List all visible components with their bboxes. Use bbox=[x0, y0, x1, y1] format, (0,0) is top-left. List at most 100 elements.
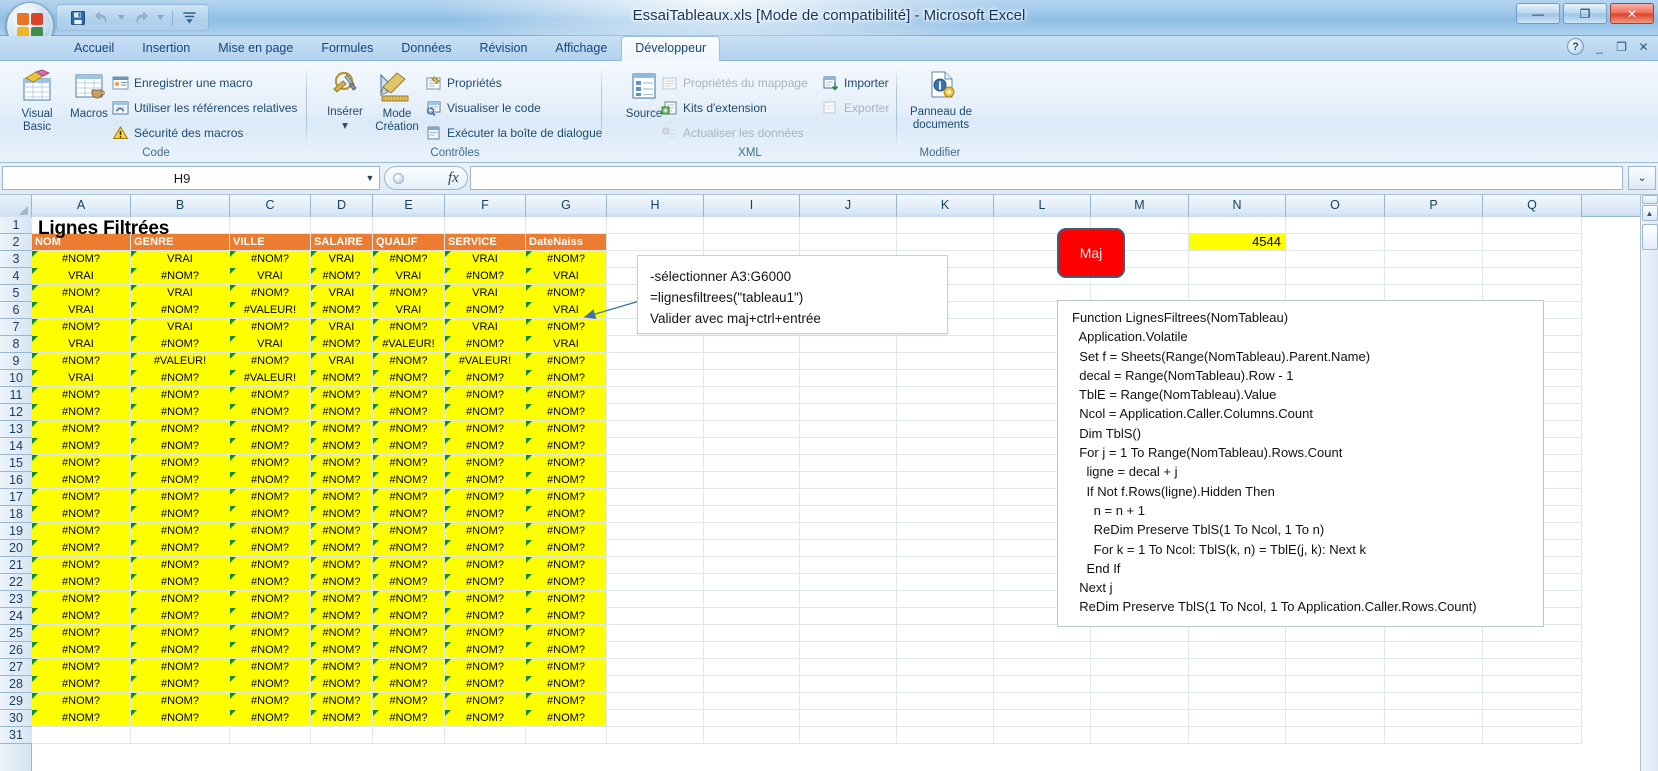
cell-G23[interactable]: #NOM? bbox=[526, 591, 607, 608]
cell-A30[interactable]: #NOM? bbox=[32, 710, 131, 727]
expansion-packs-button[interactable]: Kits d'extension bbox=[661, 98, 767, 118]
cell-I25[interactable] bbox=[704, 625, 800, 642]
cell-P26[interactable] bbox=[1385, 642, 1483, 659]
cell-J16[interactable] bbox=[800, 472, 897, 489]
cell-H12[interactable] bbox=[607, 404, 704, 421]
cell-B28[interactable]: #NOM? bbox=[131, 676, 230, 693]
cell-O2[interactable] bbox=[1286, 234, 1385, 251]
cell-N29[interactable] bbox=[1189, 693, 1286, 710]
cell-G22[interactable]: #NOM? bbox=[526, 574, 607, 591]
cell-Q30[interactable] bbox=[1483, 710, 1582, 727]
column-header-b[interactable]: B bbox=[131, 195, 230, 217]
cell-K10[interactable] bbox=[897, 370, 994, 387]
tab-developpeur[interactable]: Développeur bbox=[621, 36, 721, 61]
row-header-20[interactable]: 20 bbox=[0, 540, 32, 557]
tab-insertion[interactable]: Insertion bbox=[128, 37, 204, 61]
cell-K26[interactable] bbox=[897, 642, 994, 659]
cell-J24[interactable] bbox=[800, 608, 897, 625]
cell-K8[interactable] bbox=[897, 336, 994, 353]
cell-P30[interactable] bbox=[1385, 710, 1483, 727]
cell-K9[interactable] bbox=[897, 353, 994, 370]
tab-revision[interactable]: Révision bbox=[465, 37, 541, 61]
row-header-24[interactable]: 24 bbox=[0, 608, 32, 625]
scroll-thumb[interactable] bbox=[1641, 224, 1658, 250]
cell-H27[interactable] bbox=[607, 659, 704, 676]
cell-E22[interactable]: #NOM? bbox=[373, 574, 445, 591]
cell-K16[interactable] bbox=[897, 472, 994, 489]
cell-I18[interactable] bbox=[704, 506, 800, 523]
properties-button[interactable]: Propriétés bbox=[425, 73, 502, 93]
cell-F31[interactable] bbox=[445, 727, 526, 744]
cell-I23[interactable] bbox=[704, 591, 800, 608]
row-header-21[interactable]: 21 bbox=[0, 557, 32, 574]
help-icon[interactable]: ? bbox=[1567, 38, 1584, 55]
cell-B24[interactable]: #NOM? bbox=[131, 608, 230, 625]
cell-D1[interactable] bbox=[311, 217, 373, 234]
cell-D11[interactable]: #NOM? bbox=[311, 387, 373, 404]
cell-C3[interactable]: #NOM? bbox=[230, 251, 311, 268]
cell-M28[interactable] bbox=[1091, 676, 1189, 693]
cancel-icon[interactable] bbox=[393, 172, 405, 184]
cell-H22[interactable] bbox=[607, 574, 704, 591]
cell-Q1[interactable] bbox=[1483, 217, 1582, 234]
cell-J30[interactable] bbox=[800, 710, 897, 727]
cell-I8[interactable] bbox=[704, 336, 800, 353]
redo-dropdown[interactable] bbox=[154, 8, 167, 28]
table-header-salaire[interactable]: SALAIRE bbox=[311, 234, 373, 251]
cell-E29[interactable]: #NOM? bbox=[373, 693, 445, 710]
cell-G11[interactable]: #NOM? bbox=[526, 387, 607, 404]
row-header-5[interactable]: 5 bbox=[0, 285, 32, 302]
row-header-4[interactable]: 4 bbox=[0, 268, 32, 285]
cell-B15[interactable]: #NOM? bbox=[131, 455, 230, 472]
cell-N31[interactable] bbox=[1189, 727, 1286, 744]
cell-A25[interactable]: #NOM? bbox=[32, 625, 131, 642]
cell-C9[interactable]: #NOM? bbox=[230, 353, 311, 370]
select-all-corner[interactable] bbox=[0, 195, 32, 217]
cell-C8[interactable]: VRAI bbox=[230, 336, 311, 353]
cell-J11[interactable] bbox=[800, 387, 897, 404]
cell-O25[interactable] bbox=[1286, 625, 1385, 642]
cell-J22[interactable] bbox=[800, 574, 897, 591]
cell-B7[interactable]: VRAI bbox=[131, 319, 230, 336]
row-header-3[interactable]: 3 bbox=[0, 251, 32, 268]
cell-F21[interactable]: #NOM? bbox=[445, 557, 526, 574]
cell-A12[interactable]: #NOM? bbox=[32, 404, 131, 421]
cell-A9[interactable]: #NOM? bbox=[32, 353, 131, 370]
column-header-f[interactable]: F bbox=[445, 195, 526, 217]
cell-J29[interactable] bbox=[800, 693, 897, 710]
cell-J10[interactable] bbox=[800, 370, 897, 387]
cell-M29[interactable] bbox=[1091, 693, 1189, 710]
restore-workbook-button[interactable]: ❐ bbox=[1615, 40, 1628, 54]
column-header-d[interactable]: D bbox=[311, 195, 373, 217]
cell-E11[interactable]: #NOM? bbox=[373, 387, 445, 404]
cell-C27[interactable]: #NOM? bbox=[230, 659, 311, 676]
cell-J17[interactable] bbox=[800, 489, 897, 506]
cell-J2[interactable] bbox=[800, 234, 897, 251]
cell-D26[interactable]: #NOM? bbox=[311, 642, 373, 659]
cell-L27[interactable] bbox=[994, 659, 1091, 676]
cell-H21[interactable] bbox=[607, 557, 704, 574]
minimize-button[interactable]: — bbox=[1516, 3, 1560, 24]
cell-E21[interactable]: #NOM? bbox=[373, 557, 445, 574]
cell-C15[interactable]: #NOM? bbox=[230, 455, 311, 472]
table-header-service[interactable]: SERVICE bbox=[445, 234, 526, 251]
cell-D14[interactable]: #NOM? bbox=[311, 438, 373, 455]
cell-O28[interactable] bbox=[1286, 676, 1385, 693]
cell-F14[interactable]: #NOM? bbox=[445, 438, 526, 455]
cell-B23[interactable]: #NOM? bbox=[131, 591, 230, 608]
cell-A16[interactable]: #NOM? bbox=[32, 472, 131, 489]
cell-J13[interactable] bbox=[800, 421, 897, 438]
sheet-title-cell[interactable]: Lignes Filtrées bbox=[38, 218, 169, 240]
run-dialog-button[interactable]: Exécuter la boîte de dialogue bbox=[425, 123, 602, 143]
cell-K1[interactable] bbox=[897, 217, 994, 234]
cell-J31[interactable] bbox=[800, 727, 897, 744]
cell-C13[interactable]: #NOM? bbox=[230, 421, 311, 438]
cell-G17[interactable]: #NOM? bbox=[526, 489, 607, 506]
cell-G8[interactable]: VRAI bbox=[526, 336, 607, 353]
cell-C23[interactable]: #NOM? bbox=[230, 591, 311, 608]
cell-J20[interactable] bbox=[800, 540, 897, 557]
cell-L26[interactable] bbox=[994, 642, 1091, 659]
cell-G9[interactable]: #NOM? bbox=[526, 353, 607, 370]
table-header-datenaiss[interactable]: DateNaiss bbox=[526, 234, 607, 251]
cell-D23[interactable]: #NOM? bbox=[311, 591, 373, 608]
